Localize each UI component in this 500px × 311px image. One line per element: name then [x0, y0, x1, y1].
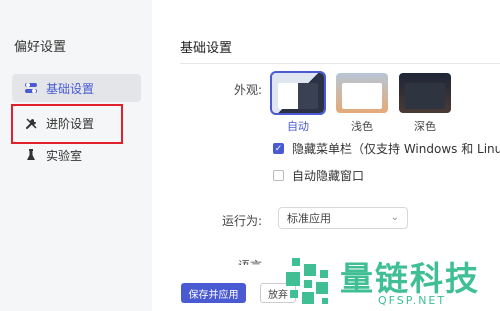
run-as-select[interactable]: 标准应用 ⌄ — [278, 207, 408, 229]
theme-label-auto: 自动 — [287, 120, 309, 133]
watermark-logo-icon — [286, 258, 328, 304]
auto-hide-window-checkbox-row[interactable]: 自动隐藏窗口 — [273, 167, 364, 184]
hide-menubar-label: 隐藏菜单栏（仅支持 Windows 和 Linux） — [292, 142, 500, 156]
sidebar-item-lab[interactable]: 实验室 — [12, 141, 141, 169]
divider — [180, 63, 500, 64]
flask-icon — [24, 148, 38, 162]
window-preview — [342, 83, 382, 109]
toggle-icon — [24, 81, 38, 95]
run-as-value: 标准应用 — [287, 212, 331, 225]
chevron-down-icon: ⌄ — [390, 212, 399, 223]
window-preview — [405, 83, 445, 109]
watermark-text: 量链科技 — [340, 259, 480, 298]
theme-auto-option[interactable] — [270, 71, 326, 115]
highlight-annotation-box — [11, 104, 123, 144]
theme-dark-option[interactable] — [399, 73, 451, 113]
sidebar: 偏好设置 基础设置 进阶设置 实验室 — [0, 0, 152, 311]
run-as-label: 运行为: — [221, 214, 262, 228]
checkbox-unchecked[interactable] — [273, 170, 284, 181]
hide-menubar-checkbox-row[interactable]: ✓ 隐藏菜单栏（仅支持 Windows 和 Linux） — [273, 140, 500, 157]
language-label: 语言 — [202, 257, 262, 265]
save-apply-button[interactable]: 保存并应用 — [181, 283, 246, 303]
watermark-logo: 量链科技 QFSP.NET — [282, 252, 500, 311]
section-title: 基础设置 — [180, 41, 233, 56]
theme-label-light: 浅色 — [351, 120, 373, 133]
appearance-label: 外观: — [233, 83, 262, 97]
theme-label-dark: 深色 — [414, 120, 436, 133]
window-preview — [278, 83, 318, 109]
watermark-subtext: QFSP.NET — [378, 294, 447, 307]
checkbox-checked[interactable]: ✓ — [273, 143, 284, 154]
sidebar-title: 偏好设置 — [14, 40, 67, 55]
sidebar-item-label: 实验室 — [46, 148, 83, 163]
theme-light-option[interactable] — [336, 73, 388, 113]
sidebar-item-label: 基础设置 — [46, 81, 95, 96]
auto-hide-window-label: 自动隐藏窗口 — [292, 169, 365, 183]
sidebar-item-basic-settings[interactable]: 基础设置 — [12, 74, 141, 102]
